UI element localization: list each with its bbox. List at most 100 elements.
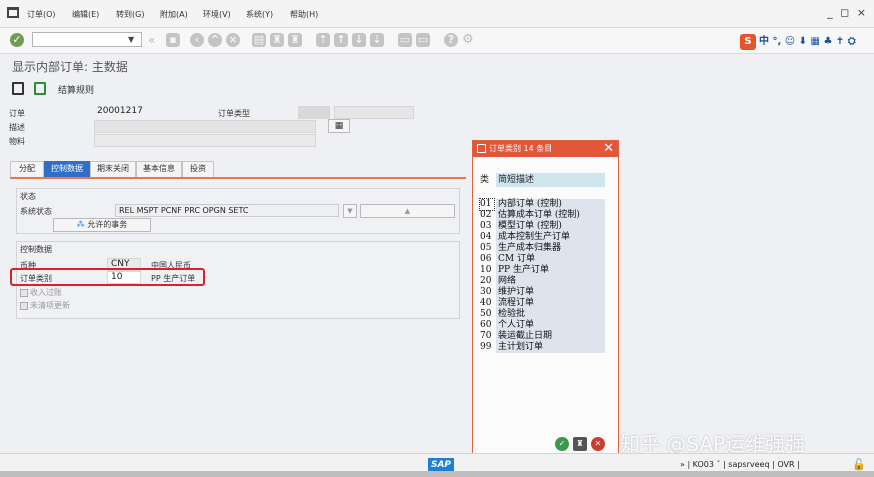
- tab-assignment[interactable]: 分配: [10, 161, 44, 177]
- status-scroll-up-icon[interactable]: ▲: [360, 204, 455, 218]
- lock-icon[interactable]: 🔓: [852, 458, 866, 471]
- allowed-transactions-button[interactable]: ⁂ 允许的事务: [53, 218, 151, 232]
- sogou-ime-icon: S: [740, 34, 756, 50]
- print-icon[interactable]: ▤: [252, 33, 266, 47]
- menu-extras[interactable]: 附加(A): [160, 9, 188, 20]
- list-item-key: 10: [480, 265, 492, 275]
- list-item-key: 99: [480, 342, 492, 352]
- list-item[interactable]: 30 维护订单: [480, 287, 606, 298]
- save-icon[interactable]: ▪: [166, 33, 180, 47]
- order-type-field[interactable]: [298, 106, 330, 119]
- list-item[interactable]: 70 装运截止日期: [480, 331, 606, 342]
- list-item[interactable]: 05 生产成本归集器: [480, 243, 606, 254]
- popup-header: 订单类别 14 条目 ✕: [473, 141, 618, 157]
- menu-edit[interactable]: 编辑(E): [72, 9, 99, 20]
- list-item[interactable]: 01 内部订单 (控制): [479, 198, 606, 211]
- list-item[interactable]: 10 PP 生产订单: [480, 265, 606, 276]
- order-type-desc-field: [334, 106, 414, 119]
- confirm-icon[interactable]: ✓: [555, 437, 569, 451]
- cancel-icon[interactable]: ×: [226, 33, 240, 47]
- list-item-key: 03: [480, 221, 492, 231]
- back-icon[interactable]: ‹: [190, 33, 204, 47]
- system-info[interactable]: » | KO03 ˇ | sapsrveeq | OVR |: [680, 460, 800, 469]
- material-field[interactable]: [94, 134, 316, 147]
- exit-icon[interactable]: ^: [208, 33, 222, 47]
- list-item-key: 05: [480, 243, 492, 253]
- status-scroll-down-icon[interactable]: ▼: [343, 204, 357, 218]
- system-status-label: 系统状态: [20, 207, 52, 216]
- find-icon[interactable]: ♜: [270, 33, 284, 47]
- tab-period-end[interactable]: 期末关闭: [90, 161, 136, 177]
- help-icon[interactable]: ?: [444, 33, 458, 47]
- list-item-desc: PP 生产订单: [496, 265, 605, 276]
- prev-page-icon[interactable]: ↑: [334, 33, 348, 47]
- switch-icon[interactable]: [12, 82, 24, 95]
- list-item-desc: 个人订单: [496, 320, 605, 331]
- column-header-desc[interactable]: 简短描述: [496, 173, 605, 187]
- control-data-section-title: 控制数据: [20, 245, 52, 254]
- list-item[interactable]: 50 检验批: [480, 309, 606, 320]
- application-toolbar: 结算规则: [0, 78, 874, 100]
- next-page-icon[interactable]: ↓: [352, 33, 366, 47]
- popup-title: 订单类别 14 条目: [489, 144, 553, 153]
- double-chevron-left-icon[interactable]: «: [148, 33, 155, 47]
- list-item-desc: 流程订单: [496, 298, 605, 309]
- list-item[interactable]: 60 个人订单: [480, 320, 606, 331]
- new-session-icon[interactable]: ▭: [398, 33, 412, 47]
- tab-general-data[interactable]: 基本信息: [136, 161, 182, 177]
- list-item[interactable]: 20 网络: [480, 276, 606, 287]
- list-item[interactable]: 40 流程订单: [480, 298, 606, 309]
- find-icon[interactable]: ♜: [573, 437, 587, 451]
- first-page-icon[interactable]: ⇡: [316, 33, 330, 47]
- menu-goto[interactable]: 转到(G): [116, 9, 144, 20]
- system-menu-icon[interactable]: [7, 7, 19, 18]
- page-title: 显示内部订单: 主数据: [12, 60, 128, 74]
- shortcut-icon[interactable]: ▭: [416, 33, 430, 47]
- long-text-icon[interactable]: ▦: [328, 119, 350, 133]
- order-number-field[interactable]: 20001217: [94, 106, 166, 119]
- settlement-rule-button[interactable]: 结算规则: [58, 83, 94, 96]
- find-next-icon[interactable]: ♜: [288, 33, 302, 47]
- menu-environment[interactable]: 环境(V): [203, 9, 231, 20]
- last-page-icon[interactable]: ⇣: [370, 33, 384, 47]
- command-field[interactable]: [32, 32, 142, 47]
- list-item-key: 06: [480, 254, 492, 264]
- checkbox-icon: [20, 301, 28, 310]
- description-field[interactable]: [94, 120, 316, 133]
- order-category-highlight: [10, 268, 205, 286]
- material-label: 物料: [9, 137, 25, 146]
- document-icon[interactable]: [34, 82, 46, 95]
- list-item[interactable]: 02 估算成本订单 (控制): [480, 210, 606, 221]
- menu-order[interactable]: 订单(O): [27, 9, 56, 20]
- menu-help[interactable]: 帮助(H): [290, 9, 318, 20]
- commitment-update-checkbox[interactable]: 未清项更新: [20, 300, 70, 311]
- taskbar-strip: [0, 471, 874, 477]
- window-controls[interactable]: _ ◻ ×: [827, 6, 868, 19]
- list-item[interactable]: 06 CM 订单: [480, 254, 606, 265]
- allowed-transactions-label: 允许的事务: [87, 220, 128, 229]
- menu-system[interactable]: 系统(Y): [246, 9, 273, 20]
- tab-investment[interactable]: 投资: [182, 161, 214, 177]
- value-list: 类 简短描述 01 内部订单 (控制) 02 估算成本订单 (控制) 03 模型订单 (控…: [479, 173, 606, 355]
- revenue-postings-checkbox[interactable]: 收入过账: [20, 287, 62, 298]
- standard-toolbar: ✓ ▼ « ▪ ‹ ^ × ▤ ♜ ♜ ⇡ ↑ ↓ ⇣ ▭ ▭ ? ⚙ S中 °…: [0, 28, 874, 54]
- list-item-desc: 装运截止日期: [496, 331, 605, 342]
- list-item-key: 70: [480, 331, 492, 341]
- close-icon[interactable]: ✕: [603, 141, 614, 157]
- list-item-key: 30: [480, 287, 492, 297]
- tab-control-data[interactable]: 控制数据: [44, 161, 90, 177]
- enter-icon[interactable]: ✓: [10, 33, 24, 47]
- hierarchy-icon: ⁂: [76, 220, 85, 229]
- list-item-key: 01: [479, 198, 495, 211]
- list-item[interactable]: 04 成本控制生产订单: [480, 232, 606, 243]
- ime-toolbar[interactable]: S中 °, ☺ ⬇ ▦ ♣ ✝ ⛭: [740, 32, 856, 50]
- list-item[interactable]: 99 主计划订单: [480, 342, 606, 353]
- list-item-key: 02: [480, 210, 492, 220]
- system-status-field: REL MSPT PCNF PRC OPGN SETC: [115, 204, 339, 217]
- chevron-down-icon[interactable]: ▼: [128, 35, 134, 44]
- settings-gear-icon[interactable]: ⚙: [462, 32, 474, 47]
- list-item[interactable]: 03 模型订单 (控制): [480, 221, 606, 232]
- column-header-key[interactable]: 类: [480, 173, 494, 187]
- list-item-desc: 维护订单: [496, 287, 605, 298]
- cancel-icon[interactable]: ✕: [591, 437, 605, 451]
